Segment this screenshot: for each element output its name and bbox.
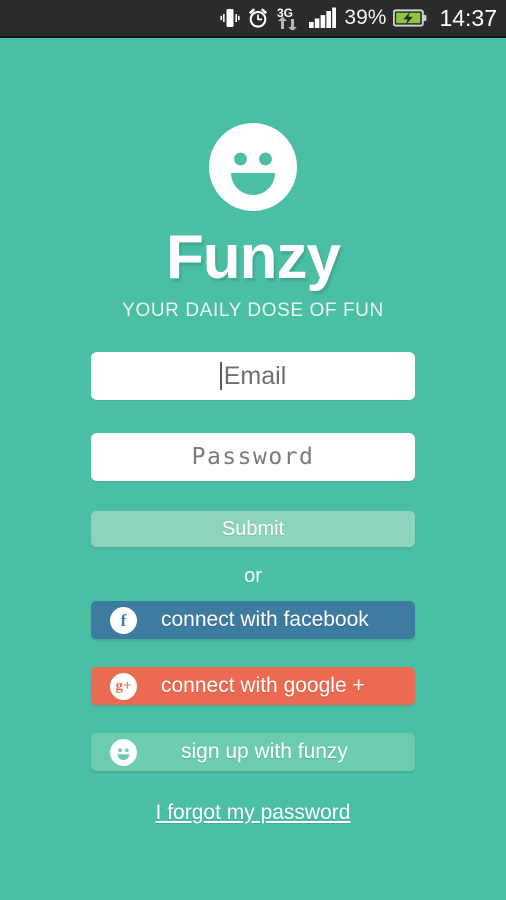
- text-caret: [219, 362, 222, 390]
- svg-text:3G: 3G: [277, 6, 293, 20]
- signup-funzy-label: sign up with funzy: [181, 740, 348, 763]
- divider-or-label: or: [244, 565, 262, 587]
- connect-facebook-label: connect with facebook: [161, 608, 369, 631]
- connect-facebook-button[interactable]: f connect with facebook: [91, 601, 415, 639]
- status-bar: 3G 39% 14:37: [0, 0, 506, 38]
- signal-bars-icon: [309, 7, 337, 29]
- brand-tagline: YOUR DAILY DOSE OF FUN: [122, 300, 384, 321]
- smiley-face-icon: [110, 738, 137, 766]
- network-3g-icon: 3G: [276, 6, 302, 30]
- password-placeholder: Password: [191, 444, 315, 470]
- email-placeholder: Email: [223, 361, 287, 390]
- battery-charging-icon: [393, 8, 427, 28]
- password-field[interactable]: Password: [91, 433, 415, 481]
- forgot-password-link[interactable]: I forgot my password: [0, 801, 506, 825]
- brand-logo-wrapper: [0, 123, 506, 216]
- submit-button[interactable]: Submit: [91, 511, 415, 547]
- login-screen: Funzy YOUR DAILY DOSE OF FUN Email Passw…: [0, 38, 506, 900]
- vibrate-icon: [220, 7, 241, 29]
- battery-percent-label: 39%: [344, 6, 387, 29]
- google-plus-icon: g+: [110, 672, 137, 700]
- facebook-glyph: f: [120, 610, 127, 630]
- connect-google-label: connect with google +: [161, 674, 365, 697]
- alarm-clock-icon: [247, 7, 269, 29]
- clock-time-label: 14:37: [439, 4, 497, 31]
- connect-google-button[interactable]: g+ connect with google +: [91, 667, 415, 705]
- google-plus-glyph: g+: [115, 677, 132, 694]
- email-field[interactable]: Email: [91, 352, 415, 400]
- signup-funzy-button[interactable]: sign up with funzy: [91, 733, 415, 771]
- smiley-face-logo: [209, 123, 297, 216]
- page-title: Funzy: [165, 223, 341, 292]
- facebook-icon: f: [110, 606, 137, 634]
